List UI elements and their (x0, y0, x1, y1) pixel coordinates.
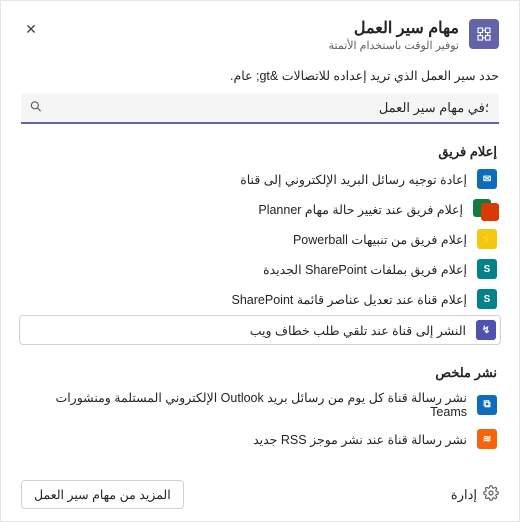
workflow-item-label: إعلام فريق من تنبيهات Powerball (23, 232, 467, 247)
workflow-item-icon: ≋ (477, 429, 497, 449)
search-field-wrap[interactable] (21, 93, 499, 124)
instruction-text: حدد سير العمل الذي تريد إعداده للاتصالات… (21, 68, 499, 83)
workflow-item[interactable]: إعلام فريق عند تغيير حالة مهام Planner (21, 194, 499, 224)
close-icon: ✕ (25, 21, 37, 38)
workflow-item[interactable]: S إعلام فريق بملفات SharePoint الجديدة (21, 254, 499, 284)
workflow-item-icon: S (477, 259, 497, 279)
workflow-item[interactable]: S إعلام قناة عند تعديل عناصر قائمة ShareP… (21, 284, 499, 314)
workflow-section: إعلام فريق ✉ إعادة توجيه رسائل البريد الإل… (21, 144, 499, 345)
manage-label: إدارة (451, 487, 477, 503)
dialog-title: مهام سير العمل (21, 19, 459, 38)
manage-link[interactable]: إدارة (451, 485, 499, 504)
workflow-item-icon: ⧉ (477, 395, 497, 415)
workflow-item-icon: ⚡ (477, 229, 497, 249)
gear-icon (483, 485, 499, 504)
workflow-item-label: إعلام قناة عند تعديل عناصر قائمة SharePo… (23, 292, 467, 307)
workflow-item-label: إعلام فريق عند تغيير حالة مهام Planner (23, 202, 463, 217)
section-title: إعلام فريق (21, 144, 499, 160)
workflow-item-icon: ✉ (477, 169, 497, 189)
workflow-item-label: إعادة توجيه رسائل البريد الإلكتروني إلى … (23, 172, 467, 187)
close-button[interactable]: ✕ (21, 19, 41, 39)
workflow-app-icon (469, 19, 499, 49)
workflow-section: نشر ملخص ⧉ نشر رسالة قناة كل يوم من رسائل … (21, 365, 499, 454)
more-workflows-button[interactable]: المزيد من مهام سير العمل (21, 480, 184, 509)
search-input[interactable] (21, 93, 499, 122)
workflow-item-icon: ↯ (476, 320, 496, 340)
workflow-item-label: نشر رسالة قناة كل يوم من رسائل بريد Outl… (23, 390, 467, 419)
workflow-item[interactable]: ≋ نشر رسالة قناة عند نشر موجز RSS جديد (21, 424, 499, 454)
workflow-item-icon (473, 199, 497, 219)
workflow-item-label: إعلام فريق بملفات SharePoint الجديدة (23, 262, 467, 277)
workflow-item-icon: S (477, 289, 497, 309)
workflow-item[interactable]: ⧉ نشر رسالة قناة كل يوم من رسائل بريد Out… (21, 385, 499, 424)
dialog-footer: إدارة المزيد من مهام سير العمل (21, 480, 499, 509)
dialog-header: مهام سير العمل توفير الوقت باستخدام الأت… (21, 19, 499, 52)
dialog-subtitle: توفير الوقت باستخدام الأتمتة (21, 39, 459, 52)
workflow-item-label: نشر رسالة قناة عند نشر موجز RSS جديد (23, 432, 467, 447)
workflow-item-label: النشر إلى قناة عند تلقي طلب خطاف ويب (24, 323, 466, 338)
workflow-item[interactable]: ⚡ إعلام فريق من تنبيهات Powerball (21, 224, 499, 254)
section-title: نشر ملخص (21, 365, 499, 381)
workflow-item[interactable]: ↯ النشر إلى قناة عند تلقي طلب خطاف ويب (19, 315, 501, 345)
workflow-item[interactable]: ✉ إعادة توجيه رسائل البريد الإلكتروني إلى… (21, 164, 499, 194)
